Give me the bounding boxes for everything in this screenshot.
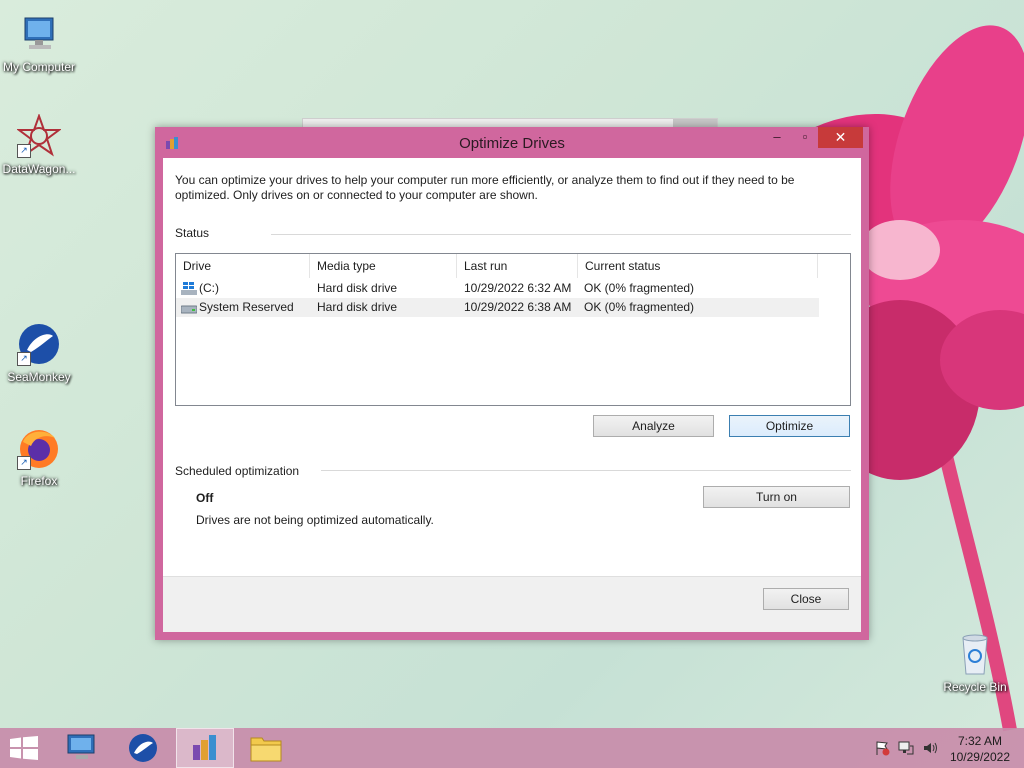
- seamonkey-icon: ↗: [17, 322, 61, 366]
- list-header: Drive Media type Last run Current status: [176, 254, 850, 278]
- desktop-icon-my-computer[interactable]: My Computer: [0, 12, 80, 74]
- recycle-bin-icon: [953, 632, 997, 676]
- status-separator: [271, 234, 851, 235]
- status-heading: Status: [175, 226, 210, 240]
- optimize-button[interactable]: Optimize: [729, 415, 850, 437]
- clock-time: 7:32 AM: [957, 734, 1002, 748]
- drive-row[interactable]: System Reserved Hard disk drive 10/29/20…: [176, 298, 819, 317]
- folder-icon: [250, 737, 282, 762]
- hard-drive-icon: [181, 305, 197, 314]
- network-icon[interactable]: [898, 740, 914, 756]
- desktop-icon-datawagon[interactable]: ↗ DataWagon...: [0, 113, 80, 176]
- drives-list[interactable]: Drive Media type Last run Current status…: [175, 253, 851, 406]
- desktop-icon-label: DataWagon...: [2, 162, 76, 176]
- action-center-flag-icon[interactable]: [874, 740, 890, 756]
- schedule-state: Off: [196, 491, 214, 505]
- column-drive[interactable]: Drive: [176, 254, 310, 278]
- drive-last-run: 10/29/2022 6:32 AM: [464, 281, 572, 295]
- volume-icon[interactable]: [922, 740, 938, 756]
- desktop-icon-seamonkey[interactable]: ↗ SeaMonkey: [0, 322, 80, 384]
- drive-status: OK (0% fragmented): [584, 300, 695, 314]
- close-window-button[interactable]: ✕: [818, 127, 863, 148]
- desktop-icon-firefox[interactable]: ↗ Firefox: [0, 426, 80, 488]
- drive-row[interactable]: (C:) Hard disk drive 10/29/2022 6:32 AM …: [176, 279, 819, 298]
- column-media-type[interactable]: Media type: [310, 254, 457, 278]
- taskbar-seamonkey[interactable]: [114, 728, 172, 768]
- drive-media-type: Hard disk drive: [317, 281, 398, 295]
- drive-status: OK (0% fragmented): [584, 281, 695, 295]
- dialog-title: Optimize Drives: [459, 135, 565, 152]
- desktop-icon-label: My Computer: [2, 60, 76, 74]
- shortcut-arrow-icon: ↗: [17, 456, 31, 470]
- scheduled-separator: [321, 470, 851, 471]
- maximize-button[interactable]: ▫: [791, 127, 819, 148]
- drive-last-run: 10/29/2022 6:38 AM: [464, 300, 572, 314]
- desktop-icon-label: Firefox: [20, 474, 58, 488]
- desktop-icon-label: Recycle Bin: [943, 680, 1007, 694]
- start-button[interactable]: [0, 728, 48, 768]
- schedule-description: Drives are not being optimized automatic…: [196, 513, 434, 527]
- windows-logo-icon: [10, 736, 38, 760]
- defrag-app-icon: [193, 735, 216, 760]
- minimize-button[interactable]: –: [763, 127, 791, 148]
- drive-name: System Reserved: [199, 300, 294, 314]
- seamonkey-icon: [129, 734, 157, 762]
- dialog-client-area: You can optimize your drives to help you…: [163, 158, 861, 632]
- taskbar-file-explorer[interactable]: [238, 728, 296, 768]
- optimize-drives-dialog: Optimize Drives – ▫ ✕ You can optimize y…: [155, 127, 869, 640]
- desktop-icon-label: SeaMonkey: [7, 370, 71, 384]
- close-button[interactable]: Close: [763, 588, 849, 610]
- computer-icon: [17, 12, 61, 56]
- taskbar: 7:32 AM 10/29/2022: [0, 728, 1024, 768]
- windows-drive-icon: [181, 282, 197, 295]
- analyze-button[interactable]: Analyze: [593, 415, 714, 437]
- desktop-icon-recycle-bin[interactable]: Recycle Bin: [934, 632, 1016, 694]
- column-last-run[interactable]: Last run: [457, 254, 578, 278]
- drive-name: (C:): [199, 281, 219, 295]
- dialog-footer: Close: [163, 576, 861, 632]
- scheduled-optimization-heading: Scheduled optimization: [175, 464, 300, 478]
- shortcut-arrow-icon: ↗: [17, 352, 31, 366]
- turn-on-button[interactable]: Turn on: [703, 486, 850, 508]
- intro-text: You can optimize your drives to help you…: [175, 173, 795, 202]
- title-bar[interactable]: Optimize Drives – ▫ ✕: [155, 127, 869, 158]
- computer-icon: [67, 734, 95, 759]
- column-current-status[interactable]: Current status: [578, 254, 818, 278]
- clock-date: 10/29/2022: [949, 750, 1010, 764]
- drive-media-type: Hard disk drive: [317, 300, 398, 314]
- taskbar-computer[interactable]: [52, 728, 110, 768]
- taskbar-optimize-drives[interactable]: [176, 728, 234, 768]
- taskbar-clock[interactable]: 7:32 AM 10/29/2022: [950, 733, 1010, 765]
- firefox-icon: ↗: [17, 426, 61, 470]
- datawagon-icon: ↗: [16, 113, 62, 158]
- shortcut-arrow-icon: ↗: [17, 144, 31, 158]
